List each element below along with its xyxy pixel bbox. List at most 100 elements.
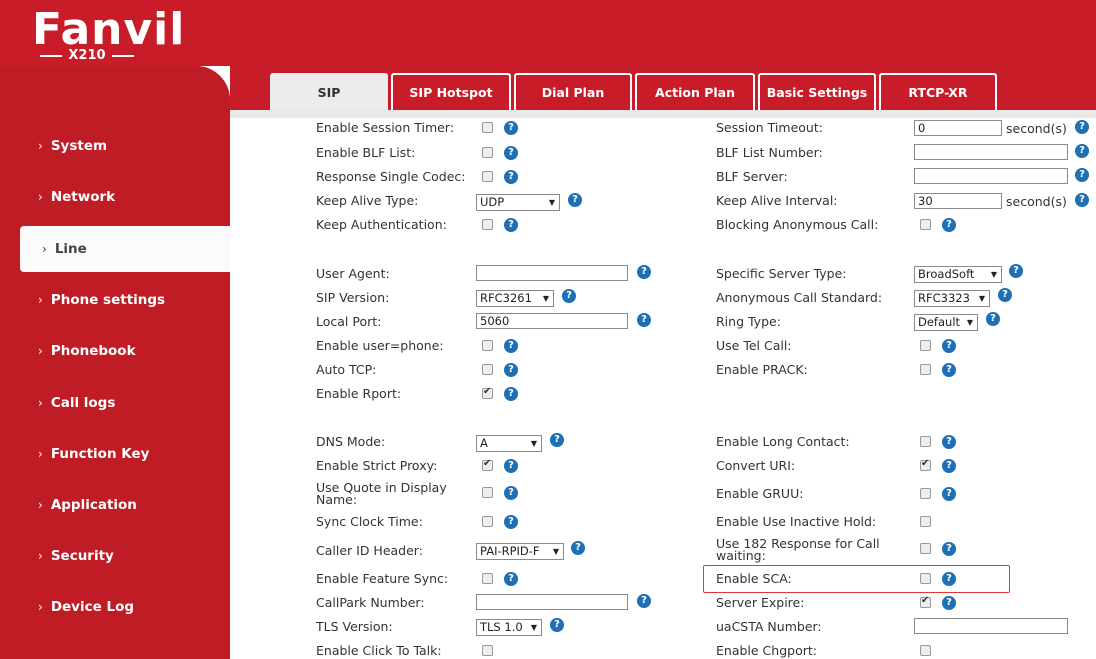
user-agent-input[interactable] [476, 265, 628, 281]
session-timeout-help-icon[interactable]: ? [1075, 120, 1089, 134]
enable-feature-sync-checkbox[interactable] [482, 573, 493, 584]
enable-rport-label: Enable Rport: [316, 386, 402, 401]
tab-sip-hotspot[interactable]: SIP Hotspot [391, 73, 511, 110]
sidebar-item-device-log[interactable]: › Device Log [0, 584, 230, 630]
server-expire-checkbox[interactable] [920, 595, 931, 608]
user-agent-help-icon[interactable]: ? [637, 265, 651, 279]
dns-mode-select[interactable]: A ▼ [476, 435, 542, 452]
callpark-number-help-icon[interactable]: ? [637, 594, 651, 608]
ring-type-select[interactable]: Default ▼ [914, 314, 978, 331]
auto-tcp-checkbox[interactable] [482, 364, 493, 375]
enable-chgport-checkbox[interactable] [920, 645, 931, 656]
sidebar-item-security[interactable]: › Security [0, 533, 230, 579]
chevron-right-icon: › [38, 293, 43, 307]
sync-clock-time-help-icon[interactable]: ? [504, 515, 518, 529]
server-expire-help-icon[interactable]: ? [942, 596, 956, 610]
enable-strict-proxy-checkbox[interactable] [482, 458, 493, 471]
enable-strict-proxy-label: Enable Strict Proxy: [316, 458, 438, 473]
tab-rtcp-xr[interactable]: RTCP-XR [879, 73, 997, 110]
callpark-number-input[interactable] [476, 594, 628, 610]
tab-action-plan[interactable]: Action Plan [635, 73, 755, 110]
enable-click-to-talk-checkbox[interactable] [482, 645, 493, 656]
blocking-anonymous-call-help-icon[interactable]: ? [942, 218, 956, 232]
convert-uri-help-icon[interactable]: ? [942, 459, 956, 473]
enable-feature-sync-help-icon[interactable]: ? [504, 572, 518, 586]
uacsta-number-label: uaCSTA Number: [716, 619, 822, 634]
blocking-anonymous-call-checkbox[interactable] [920, 219, 931, 230]
anonymous-call-standard-select[interactable]: RFC3323 ▼ [914, 290, 990, 307]
ring-type-help-icon[interactable]: ? [986, 312, 1000, 326]
sidebar-item-call-logs[interactable]: › Call logs [0, 380, 230, 426]
dropdown-arrow-icon: ▼ [548, 198, 555, 207]
caller-id-header-label: Caller ID Header: [316, 543, 423, 558]
tab-dial-plan[interactable]: Dial Plan [514, 73, 632, 110]
keep-alive-type-help-icon[interactable]: ? [568, 193, 582, 207]
specific-server-type-select[interactable]: BroadSoft ▼ [914, 266, 1002, 283]
enable-session-timer-help-icon[interactable]: ? [504, 121, 518, 135]
enable-user-phone-checkbox[interactable] [482, 340, 493, 351]
use-tel-call-help-icon[interactable]: ? [942, 339, 956, 353]
uacsta-number-input[interactable] [914, 618, 1068, 634]
convert-uri-checkbox[interactable] [920, 458, 931, 471]
tls-version-help-icon[interactable]: ? [550, 618, 564, 632]
sidebar-item-phone-settings[interactable]: › Phone settings [0, 277, 230, 323]
enable-prack-label: Enable PRACK: [716, 362, 808, 377]
tab-sip[interactable]: SIP [270, 73, 388, 110]
enable-strict-proxy-help-icon[interactable]: ? [504, 459, 518, 473]
caller-id-header-select[interactable]: PAI-RPID-F ▼ [476, 543, 564, 560]
blf-server-input[interactable] [914, 168, 1068, 184]
keep-alive-interval-help-icon[interactable]: ? [1075, 193, 1089, 207]
response-single-codec-checkbox[interactable] [482, 171, 493, 182]
local-port-input[interactable]: 5060 [476, 313, 628, 329]
enable-prack-checkbox[interactable] [920, 364, 931, 375]
sidebar-item-phonebook[interactable]: › Phonebook [0, 328, 230, 374]
enable-chgport-label: Enable Chgport: [716, 643, 817, 658]
sidebar-item-system[interactable]: › System [0, 123, 230, 169]
enable-blf-list-checkbox[interactable] [482, 147, 493, 158]
blf-list-number-help-icon[interactable]: ? [1075, 144, 1089, 158]
blf-server-help-icon[interactable]: ? [1075, 168, 1089, 182]
specific-server-type-help-icon[interactable]: ? [1009, 264, 1023, 278]
use-quote-in-display-name-checkbox[interactable] [482, 487, 493, 498]
enable-gruu-help-icon[interactable]: ? [942, 487, 956, 501]
keep-alive-interval-label: Keep Alive Interval: [716, 193, 838, 208]
dns-mode-help-icon[interactable]: ? [550, 433, 564, 447]
auto-tcp-help-icon[interactable]: ? [504, 363, 518, 377]
keep-authentication-checkbox[interactable] [482, 219, 493, 230]
sync-clock-time-checkbox[interactable] [482, 516, 493, 527]
enable-rport-help-icon[interactable]: ? [504, 387, 518, 401]
sidebar-item-label: Security [50, 548, 114, 564]
enable-prack-help-icon[interactable]: ? [942, 363, 956, 377]
use-tel-call-checkbox[interactable] [920, 340, 931, 351]
specific-server-type-label: Specific Server Type: [716, 266, 847, 281]
use-182-response-checkbox[interactable] [920, 543, 931, 554]
enable-user-phone-help-icon[interactable]: ? [504, 339, 518, 353]
enable-blf-list-help-icon[interactable]: ? [504, 146, 518, 160]
sip-version-select[interactable]: RFC3261 ▼ [476, 290, 554, 307]
enable-rport-checkbox[interactable] [482, 386, 493, 399]
enable-session-timer-checkbox[interactable] [482, 122, 493, 133]
tab-basic-settings[interactable]: Basic Settings [758, 73, 876, 110]
enable-gruu-checkbox[interactable] [920, 488, 931, 499]
keep-authentication-help-icon[interactable]: ? [504, 218, 518, 232]
keep-alive-type-select[interactable]: UDP ▼ [476, 194, 560, 211]
tls-version-select[interactable]: TLS 1.0 ▼ [476, 619, 542, 636]
local-port-help-icon[interactable]: ? [637, 313, 651, 327]
enable-long-contact-checkbox[interactable] [920, 436, 931, 447]
anonymous-call-standard-help-icon[interactable]: ? [998, 288, 1012, 302]
blf-list-number-input[interactable] [914, 144, 1068, 160]
enable-use-inactive-hold-checkbox[interactable] [920, 516, 931, 527]
sip-version-help-icon[interactable]: ? [562, 289, 576, 303]
sidebar-item-application[interactable]: › Application [0, 482, 230, 528]
enable-long-contact-help-icon[interactable]: ? [942, 435, 956, 449]
use-quote-in-display-name-help-icon[interactable]: ? [504, 486, 518, 500]
sidebar-item-network[interactable]: › Network [0, 174, 230, 220]
use-182-response-help-icon[interactable]: ? [942, 542, 956, 556]
response-single-codec-help-icon[interactable]: ? [504, 170, 518, 184]
sidebar-item-line[interactable]: › Line [20, 226, 252, 272]
sidebar-item-function-key[interactable]: › Function Key [0, 431, 230, 477]
keep-alive-interval-input[interactable]: 30 [914, 193, 1002, 209]
sidebar-item-label: Device Log [50, 599, 135, 615]
caller-id-header-help-icon[interactable]: ? [571, 541, 585, 555]
session-timeout-input[interactable]: 0 [914, 120, 1002, 136]
